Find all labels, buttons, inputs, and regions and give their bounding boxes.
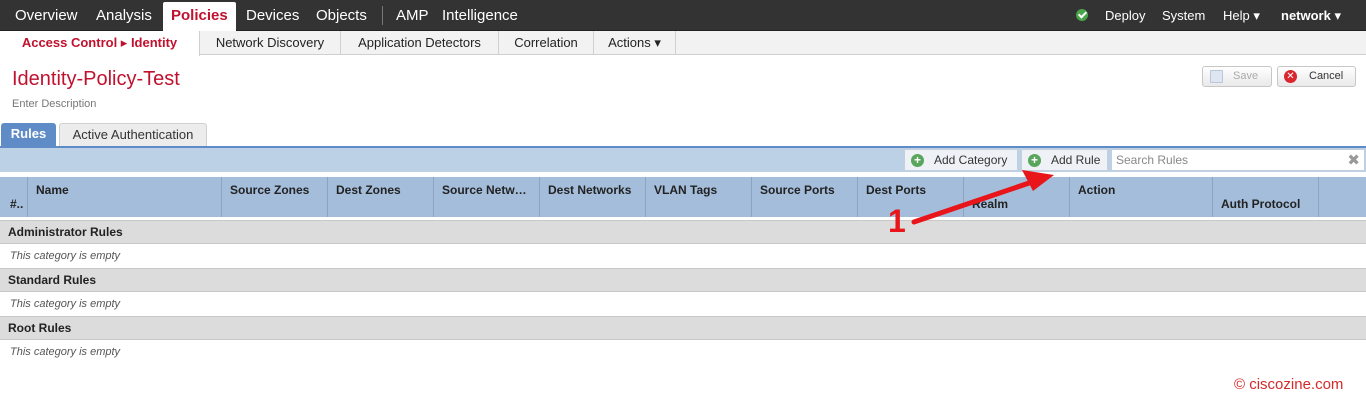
- cancel-button-label: Cancel: [1309, 70, 1344, 82]
- system-menu[interactable]: System: [1162, 0, 1205, 31]
- cancel-icon: ✕: [1284, 70, 1297, 83]
- category-row-administrator[interactable]: Administrator Rules: [0, 220, 1366, 244]
- column-header-dest-zones[interactable]: Dest Zones: [328, 177, 434, 217]
- cancel-button[interactable]: ✕ Cancel: [1277, 66, 1356, 87]
- column-header-vlan-tags[interactable]: VLAN Tags: [646, 177, 752, 217]
- top-nav-bar: Overview Analysis Policies Devices Objec…: [0, 0, 1366, 31]
- add-circle-icon: +: [911, 154, 924, 167]
- check-circle-icon: [1076, 9, 1088, 21]
- column-header-auth-protocol[interactable]: Auth Protocol: [1213, 177, 1319, 217]
- column-header-number[interactable]: #..: [0, 177, 28, 217]
- column-header-name[interactable]: Name: [28, 177, 222, 217]
- nav-policies[interactable]: Policies: [163, 2, 236, 31]
- column-header-realm[interactable]: Realm: [964, 177, 1070, 217]
- empty-category-message: This category is empty: [10, 346, 121, 358]
- category-row-standard[interactable]: Standard Rules: [0, 268, 1366, 292]
- watermark: © ciscozine.com: [1234, 376, 1344, 393]
- column-header-source-ports[interactable]: Source Ports: [752, 177, 858, 217]
- tab-active-authentication[interactable]: Active Authentication: [59, 123, 207, 146]
- rules-table-header: #.. Name Source Zones Dest Zones Source …: [0, 177, 1366, 217]
- clear-search-icon[interactable]: ✖: [1347, 151, 1360, 169]
- nav-overview[interactable]: Overview: [15, 0, 78, 31]
- subnav-actions-menu[interactable]: Actions ▾: [594, 31, 676, 55]
- annotation-number: 1: [888, 203, 906, 239]
- subnav-correlation[interactable]: Correlation: [499, 31, 594, 55]
- subnav-network-discovery[interactable]: Network Discovery: [200, 31, 341, 55]
- column-header-dest-ports[interactable]: Dest Ports: [858, 177, 964, 217]
- nav-amp[interactable]: AMP: [396, 0, 429, 31]
- column-header-action[interactable]: Action: [1070, 177, 1213, 217]
- column-header-dest-networks[interactable]: Dest Networks: [540, 177, 646, 217]
- nav-divider: [382, 6, 383, 25]
- nav-intelligence[interactable]: Intelligence: [442, 0, 518, 31]
- sub-nav-bar: Access Control ▸ Identity Network Discov…: [0, 31, 1366, 56]
- search-rules-box: ✖: [1111, 149, 1365, 171]
- user-menu[interactable]: network ▾: [1281, 0, 1341, 31]
- subnav-application-detectors[interactable]: Application Detectors: [341, 31, 499, 55]
- add-circle-icon: +: [1028, 154, 1041, 167]
- help-menu[interactable]: Help ▾: [1223, 0, 1260, 31]
- add-rule-label: Add Rule: [1051, 153, 1101, 167]
- tab-rules[interactable]: Rules: [1, 123, 56, 146]
- add-category-label: Add Category: [934, 153, 1008, 167]
- add-category-button[interactable]: + Add Category: [904, 149, 1018, 171]
- nav-devices[interactable]: Devices: [246, 0, 299, 31]
- category-row-root[interactable]: Root Rules: [0, 316, 1366, 340]
- search-rules-input[interactable]: [1112, 150, 1342, 170]
- nav-objects[interactable]: Objects: [316, 0, 367, 31]
- subnav-access-control-identity[interactable]: Access Control ▸ Identity: [0, 31, 200, 56]
- empty-category-message: This category is empty: [10, 250, 121, 262]
- save-button[interactable]: Save: [1202, 66, 1272, 87]
- nav-analysis[interactable]: Analysis: [96, 0, 152, 31]
- deploy-link[interactable]: Deploy: [1105, 0, 1145, 31]
- column-header-source-zones[interactable]: Source Zones: [222, 177, 328, 217]
- save-button-label: Save: [1233, 70, 1259, 82]
- description-field[interactable]: Enter Description: [12, 98, 96, 110]
- add-rule-button[interactable]: + Add Rule: [1021, 149, 1108, 171]
- empty-category-message: This category is empty: [10, 298, 121, 310]
- column-header-source-networks[interactable]: Source Netw…: [434, 177, 540, 217]
- save-icon: [1210, 70, 1223, 83]
- page-title: Identity-Policy-Test: [12, 68, 180, 90]
